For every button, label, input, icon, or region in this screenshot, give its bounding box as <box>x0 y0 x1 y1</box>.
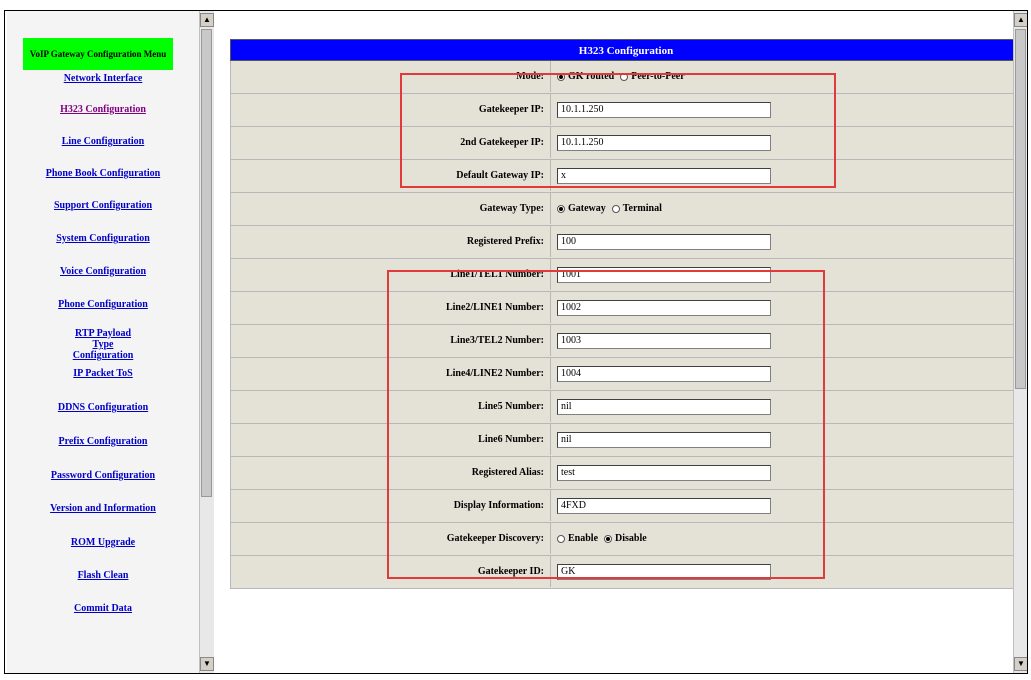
row-gatekeeper-discovery: Gatekeeper Discovery: Enable Disable <box>230 523 1021 556</box>
radio-checked-icon <box>557 72 565 81</box>
line3-label: Line3/TEL2 Number: <box>231 325 551 356</box>
default-gateway-ip-input[interactable] <box>557 167 771 184</box>
row-display-information: Display Information: <box>230 490 1021 523</box>
line5-label: Line5 Number: <box>231 391 551 422</box>
menu-item-rom-upgrade[interactable]: ROM Upgrade <box>7 537 199 548</box>
display-information-input[interactable] <box>557 497 771 514</box>
radio-unchecked-icon <box>620 72 629 81</box>
line6-label: Line6 Number: <box>231 424 551 455</box>
gateway-type-terminal-radio[interactable]: Terminal <box>611 203 662 214</box>
mode-label: Mode: <box>231 61 551 92</box>
menu-item-ddns-configuration[interactable]: DDNS Configuration <box>7 402 199 413</box>
menu-item-line-configuration[interactable]: Line Configuration <box>7 136 199 147</box>
line4-label: Line4/LINE2 Number: <box>231 358 551 389</box>
config-scroll-down-icon[interactable]: ▼ <box>1014 657 1027 671</box>
menu-item-prefix-configuration[interactable]: Prefix Configuration <box>7 436 199 447</box>
line4-number-input[interactable] <box>557 365 771 382</box>
radio-unchecked-icon <box>611 204 620 213</box>
gatekeeper-discovery-label: Gatekeeper Discovery: <box>231 523 551 554</box>
menu-scroll-thumb[interactable] <box>201 29 212 497</box>
menu-item-phone-book-configuration[interactable]: Phone Book Configuration <box>7 168 199 179</box>
config-scroll-thumb[interactable] <box>1015 29 1026 389</box>
row-mode: Mode: GK routed Peer-to-Peer <box>230 61 1021 94</box>
gatekeeper-id-label: Gatekeeper ID: <box>231 556 551 587</box>
config-scroll-up-icon[interactable]: ▲ <box>1014 13 1027 27</box>
2nd-gatekeeper-ip-input[interactable] <box>557 134 771 151</box>
h323-config-table: H323 Configuration Mode: GK routed Peer-… <box>230 39 1021 589</box>
menu-header: VoIP Gateway Configuration Menu <box>23 38 173 70</box>
menu-item-ip-packet-tos[interactable]: IP Packet ToS <box>7 368 199 379</box>
row-gatekeeper-id: Gatekeeper ID: <box>230 556 1021 589</box>
mode-gk-routed-radio[interactable]: GK routed <box>557 71 614 82</box>
radio-checked-icon <box>604 534 613 543</box>
gateway-type-gateway-radio[interactable]: Gateway <box>557 203 606 214</box>
line2-label: Line2/LINE1 Number: <box>231 292 551 323</box>
menu-item-phone-configuration[interactable]: Phone Configuration <box>7 299 199 310</box>
mode-peer-to-peer-radio[interactable]: Peer-to-Peer <box>620 71 685 82</box>
line5-number-input[interactable] <box>557 398 771 415</box>
default-gateway-ip-label: Default Gateway IP: <box>231 160 551 191</box>
registered-alias-input[interactable] <box>557 464 771 481</box>
gateway-type-label: Gateway Type: <box>231 193 551 224</box>
gatekeeper-ip-input[interactable] <box>557 101 771 118</box>
row-line3: Line3/TEL2 Number: <box>230 325 1021 358</box>
menu-item-password-configuration[interactable]: Password Configuration <box>7 470 199 481</box>
registered-prefix-input[interactable] <box>557 233 771 250</box>
row-line2: Line2/LINE1 Number: <box>230 292 1021 325</box>
row-gateway-type: Gateway Type: Gateway Terminal <box>230 193 1021 226</box>
menu-item-flash-clean[interactable]: Flash Clean <box>7 570 199 581</box>
menu-item-commit-data[interactable]: Commit Data <box>7 603 199 614</box>
line1-number-input[interactable] <box>557 266 771 283</box>
row-registered-prefix: Registered Prefix: <box>230 226 1021 259</box>
line3-number-input[interactable] <box>557 332 771 349</box>
gatekeeper-id-input[interactable] <box>557 563 771 580</box>
menu-item-voice-configuration[interactable]: Voice Configuration <box>7 266 199 277</box>
menu-item-support-configuration[interactable]: Support Configuration <box>7 200 199 211</box>
browser-frame: VoIP Gateway Configuration Menu Network … <box>4 10 1028 674</box>
radio-checked-icon <box>557 204 565 213</box>
menu-frame: VoIP Gateway Configuration Menu Network … <box>7 11 199 673</box>
row-line1: Line1/TEL1 Number: <box>230 259 1021 292</box>
row-line4: Line4/LINE2 Number: <box>230 358 1021 391</box>
display-information-label: Display Information: <box>231 490 551 521</box>
row-default-gateway-ip: Default Gateway IP: <box>230 160 1021 193</box>
gatekeeper-ip-label: Gatekeeper IP: <box>231 94 551 125</box>
row-gatekeeper-ip: Gatekeeper IP: <box>230 94 1021 127</box>
menu-item-system-configuration[interactable]: System Configuration <box>7 233 199 244</box>
2nd-gatekeeper-ip-label: 2nd Gatekeeper IP: <box>231 127 551 158</box>
menu-scrollbar[interactable]: ▲ ▼ <box>199 11 214 673</box>
registered-alias-label: Registered Alias: <box>231 457 551 488</box>
config-title: H323 Configuration <box>230 39 1021 61</box>
row-line5: Line5 Number: <box>230 391 1021 424</box>
row-line6: Line6 Number: <box>230 424 1021 457</box>
row-2nd-gatekeeper-ip: 2nd Gatekeeper IP: <box>230 127 1021 160</box>
menu-item-h323-configuration[interactable]: H323 Configuration <box>7 104 199 115</box>
row-registered-alias: Registered Alias: <box>230 457 1021 490</box>
line2-number-input[interactable] <box>557 299 771 316</box>
radio-unchecked-icon <box>557 534 565 543</box>
menu-item-rtp-payload-type-configuration[interactable]: RTP Payload Type Configuration <box>67 328 139 361</box>
registered-prefix-label: Registered Prefix: <box>231 226 551 257</box>
menu-item-version-and-information[interactable]: Version and Information <box>7 503 199 514</box>
config-frame: H323 Configuration Mode: GK routed Peer-… <box>215 11 1021 673</box>
gatekeeper-discovery-enable-radio[interactable]: Enable <box>557 533 598 544</box>
menu-item-network-interface[interactable]: Network Interface <box>7 73 199 84</box>
menu-scroll-up-icon[interactable]: ▲ <box>200 13 214 27</box>
gatekeeper-discovery-disable-radio[interactable]: Disable <box>604 533 647 544</box>
line6-number-input[interactable] <box>557 431 771 448</box>
config-scrollbar[interactable]: ▲ ▼ <box>1013 11 1027 673</box>
line1-label: Line1/TEL1 Number: <box>231 259 551 290</box>
menu-scroll-down-icon[interactable]: ▼ <box>200 657 214 671</box>
